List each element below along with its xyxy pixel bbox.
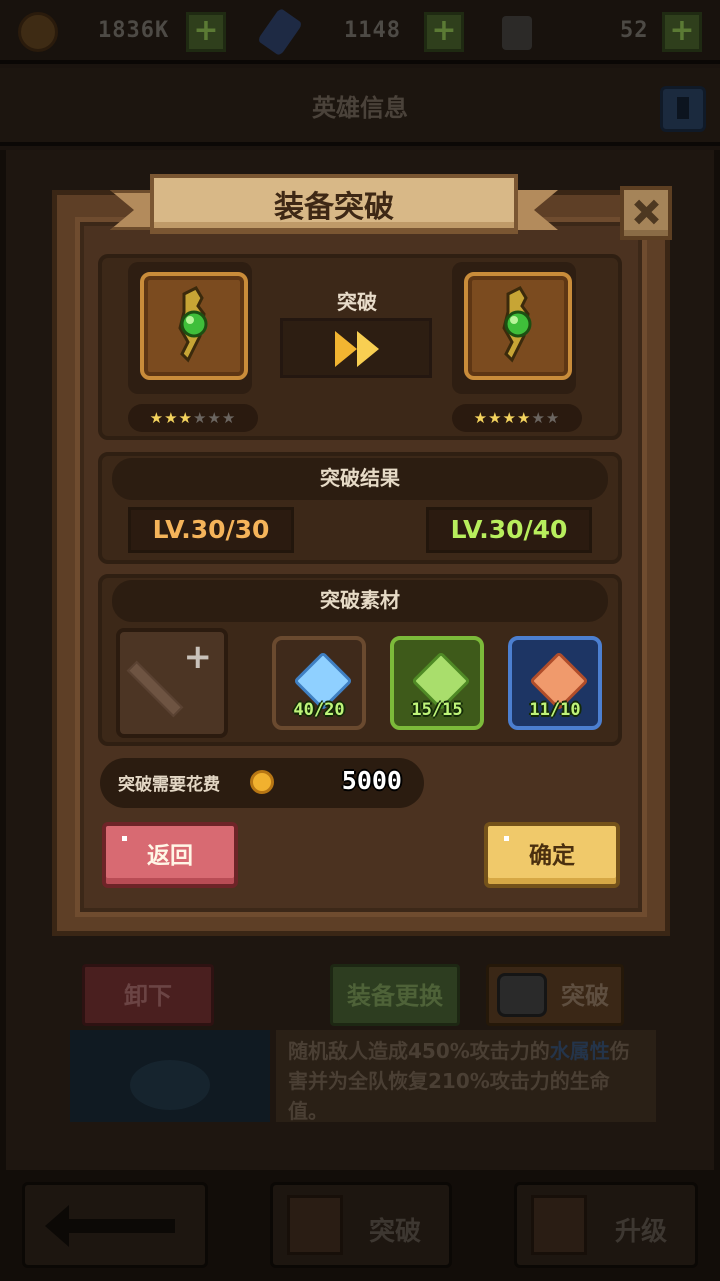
coin-icon	[250, 770, 274, 794]
dragon-amulet-icon	[178, 286, 208, 363]
resource-bar: 1836K + 1148 + 52 +	[0, 0, 720, 64]
break-through-tab-button[interactable]: 突破	[486, 964, 624, 1026]
gold-value: 1836K	[98, 18, 170, 43]
swap-equipment-button[interactable]: 装备更换	[330, 964, 460, 1026]
key-resource: 52 +	[496, 10, 706, 54]
key-value: 52	[620, 18, 649, 43]
material-nature-crystal[interactable]: 15/15	[390, 636, 484, 730]
confirm-button-label: 确定	[529, 843, 575, 869]
equipment-before-frame	[128, 262, 252, 394]
material-count: 15/15	[411, 700, 463, 720]
level-before: LV.30/30	[128, 507, 294, 553]
double-arrow-icon	[335, 331, 357, 367]
gem-resource: 1148 +	[256, 7, 476, 57]
close-button[interactable]	[620, 186, 672, 240]
back-button-label: 返回	[147, 843, 193, 869]
cost-value: 5000	[341, 766, 402, 795]
page-header: 英雄信息	[0, 68, 720, 146]
skill-desc-element: 水属性	[549, 1039, 610, 1063]
nav-break-button[interactable]: 突破	[270, 1182, 452, 1268]
material-count: 40/20	[293, 700, 345, 720]
material-fire-crystal[interactable]: 11/10	[508, 636, 602, 730]
level-after: LV.30/40	[426, 507, 592, 553]
gem-icon	[257, 7, 303, 57]
star-icon: ★	[531, 409, 546, 427]
dialog-title: 装备突破	[274, 190, 394, 225]
lock-icon	[502, 16, 532, 50]
equipment-after-slot[interactable]	[464, 272, 572, 380]
cost-bar: 突破需要花费 5000	[100, 758, 424, 808]
stars-after: ★★★★★★	[452, 404, 582, 432]
add-keys-button[interactable]: +	[662, 12, 702, 52]
star-icon: ★	[517, 409, 532, 427]
star-icon: ★	[502, 409, 517, 427]
star-icon: ★	[193, 409, 208, 427]
book-upgrade-icon	[531, 1195, 587, 1255]
skill-image	[70, 1030, 270, 1122]
button-shine	[122, 836, 127, 841]
double-arrow-icon-2	[357, 331, 379, 367]
treasure-icon	[287, 1195, 343, 1255]
break-result-title: 突破结果	[112, 458, 608, 500]
button-shine	[504, 836, 509, 841]
sword-icon	[126, 660, 184, 718]
add-equipment-slot[interactable]: +	[116, 628, 228, 738]
gem-value: 1148	[344, 18, 401, 43]
add-gems-button[interactable]: +	[424, 12, 464, 52]
armor-icon	[497, 973, 547, 1017]
nav-back-button[interactable]	[22, 1182, 208, 1268]
stars-before: ★★★★★★	[128, 404, 258, 432]
dialog-title-banner: 装备突破	[110, 174, 518, 234]
skill-description: 随机敌人造成450%攻击力的水属性伤害并为全队恢复210%攻击力的生命值。	[276, 1030, 656, 1123]
equipment-after-frame	[452, 262, 576, 394]
material-count: 11/10	[529, 700, 581, 720]
break-materials-title: 突破素材	[112, 580, 608, 622]
add-gold-button[interactable]: +	[186, 12, 226, 52]
screen: 1836K + 1148 + 52 + 英雄信息 卸下 装备更换 突破 随机敌人…	[0, 0, 720, 1281]
break-label: 突破	[337, 290, 377, 314]
unequip-button[interactable]: 卸下	[82, 964, 214, 1026]
coin-icon	[18, 12, 58, 52]
back-arrow-icon	[45, 1205, 175, 1247]
break-through-tab-label: 突破	[561, 982, 609, 1010]
back-button[interactable]: 返回	[102, 822, 238, 888]
confirm-button[interactable]: 确定	[484, 822, 620, 888]
equipment-before-slot[interactable]	[140, 272, 248, 380]
bottom-nav: 突破 升级	[0, 1170, 720, 1281]
star-icon: ★	[149, 409, 165, 427]
star-icon: ★	[488, 409, 503, 427]
star-icon: ★	[178, 409, 193, 427]
gold-resource: 1836K +	[16, 10, 236, 54]
star-icon: ★	[473, 409, 489, 427]
star-icon: ★	[164, 409, 179, 427]
star-icon: ★	[207, 409, 222, 427]
nav-break-label: 突破	[368, 1217, 421, 1247]
skill-desc-part1: 随机敌人造成450%攻击力的	[288, 1039, 550, 1063]
page-title: 英雄信息	[312, 94, 408, 122]
nav-upgrade-label: 升级	[614, 1217, 667, 1247]
dragon-amulet-icon	[502, 286, 532, 363]
material-ice-crystal[interactable]: 40/20	[272, 636, 366, 730]
cost-label: 突破需要花费	[118, 775, 220, 795]
book-icon[interactable]	[660, 86, 706, 132]
close-icon	[634, 200, 658, 224]
plus-icon: +	[183, 637, 213, 677]
break-arrow	[280, 318, 432, 378]
nav-upgrade-button[interactable]: 升级	[514, 1182, 698, 1268]
star-icon: ★	[221, 409, 237, 427]
star-icon: ★	[545, 409, 561, 427]
